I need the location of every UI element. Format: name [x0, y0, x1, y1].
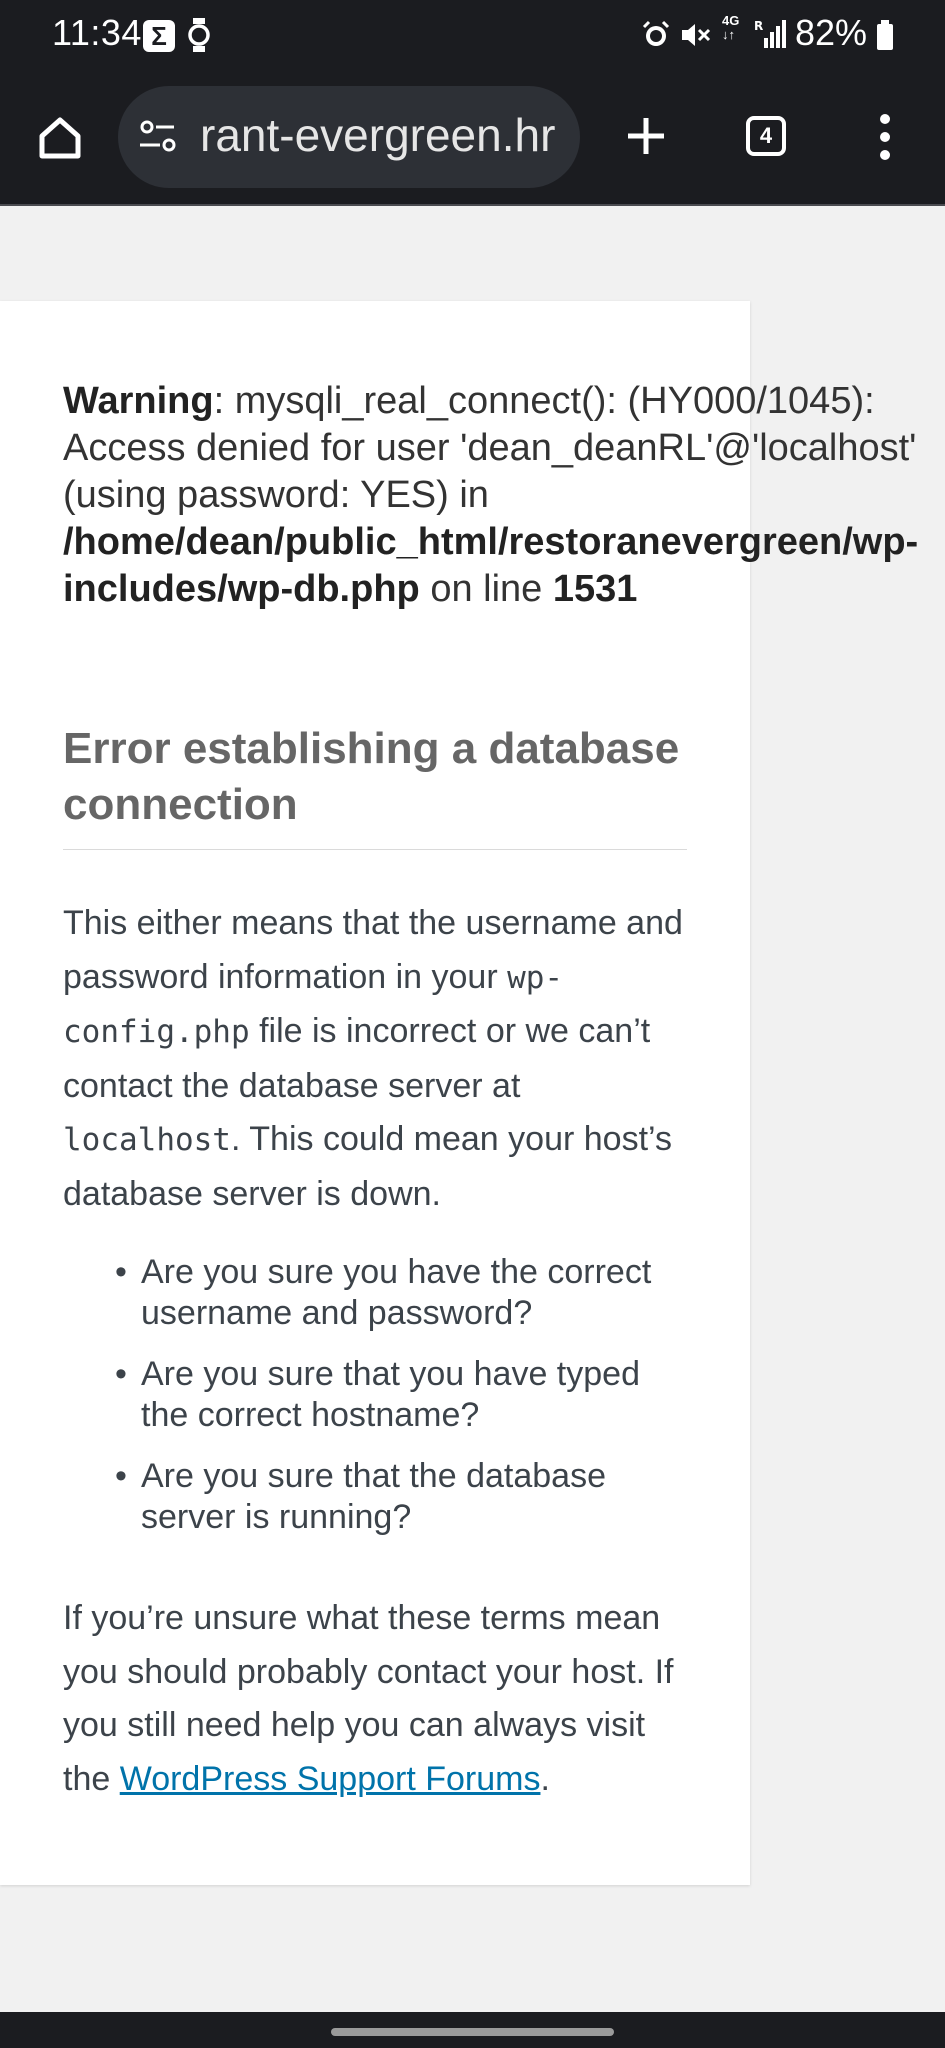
tab-switcher-button[interactable]: 4 — [746, 116, 786, 156]
home-icon — [39, 117, 81, 159]
status-bar: 11:34 Σ 4G ↓↑ R 82% — [0, 0, 945, 72]
php-warning: Warning: mysqli_real_connect(): (HY000/1… — [63, 378, 923, 613]
site-info-icon[interactable] — [138, 118, 178, 159]
list-item: • Are you sure that the database server i… — [63, 1456, 687, 1538]
database-host: localhost — [63, 1122, 231, 1158]
roaming-label: R — [754, 19, 763, 33]
bullet-icon: • — [115, 1457, 127, 1495]
plus-icon — [628, 118, 664, 154]
network-type-icon: 4G ↓↑ — [722, 14, 739, 42]
alarm-icon — [641, 20, 671, 55]
help-paragraph: If you’re unsure what these terms mean y… — [63, 1592, 687, 1806]
url-text[interactable]: rant-evergreen.hr — [200, 108, 570, 162]
error-heading: Error establishing a database connection — [63, 721, 687, 850]
more-vert-icon[interactable] — [870, 106, 900, 168]
toolbar-divider — [0, 204, 945, 206]
battery-percent: 82% — [795, 12, 868, 53]
explanation-part-1: This either means that the username and … — [63, 904, 683, 996]
new-tab-button[interactable] — [616, 106, 676, 166]
navigation-bar — [0, 2012, 945, 2048]
tip-text: Are you sure that the database server is… — [141, 1457, 606, 1536]
list-item: • Are you sure you have the correct usern… — [63, 1252, 687, 1334]
list-item: • Are you sure that you have typed the co… — [63, 1354, 687, 1436]
support-forums-link[interactable]: WordPress Support Forums — [120, 1760, 541, 1798]
signal-icon: R — [754, 18, 788, 53]
warning-line-number: 1531 — [552, 568, 638, 610]
error-explanation: This either means that the username and … — [63, 897, 687, 1221]
watch-icon — [188, 18, 210, 57]
tip-text: Are you sure you have the correct userna… — [141, 1253, 652, 1332]
troubleshooting-list: • Are you sure you have the correct usern… — [63, 1252, 687, 1558]
warning-label: Warning — [63, 380, 214, 422]
address-bar[interactable]: rant-evergreen.hr — [118, 86, 580, 188]
network-arrows: ↓↑ — [722, 27, 735, 42]
battery-icon — [876, 20, 894, 55]
status-time: 11:34 — [52, 12, 142, 53]
error-card: Warning: mysqli_real_connect(): (HY000/1… — [0, 301, 918, 1885]
network-type-label: 4G — [722, 13, 740, 28]
help-text-end: . — [540, 1759, 550, 1798]
tip-text: Are you sure that you have typed the cor… — [141, 1355, 640, 1434]
browser-toolbar: rant-evergreen.hr 4 — [0, 72, 945, 204]
sigma-notification-icon: Σ — [143, 20, 175, 52]
bullet-icon: • — [115, 1253, 127, 1291]
warning-on-line: on line — [419, 568, 553, 610]
gesture-handle[interactable] — [331, 2028, 614, 2036]
bullet-icon: • — [115, 1355, 127, 1393]
mute-icon — [680, 20, 712, 55]
home-button[interactable] — [28, 106, 92, 170]
